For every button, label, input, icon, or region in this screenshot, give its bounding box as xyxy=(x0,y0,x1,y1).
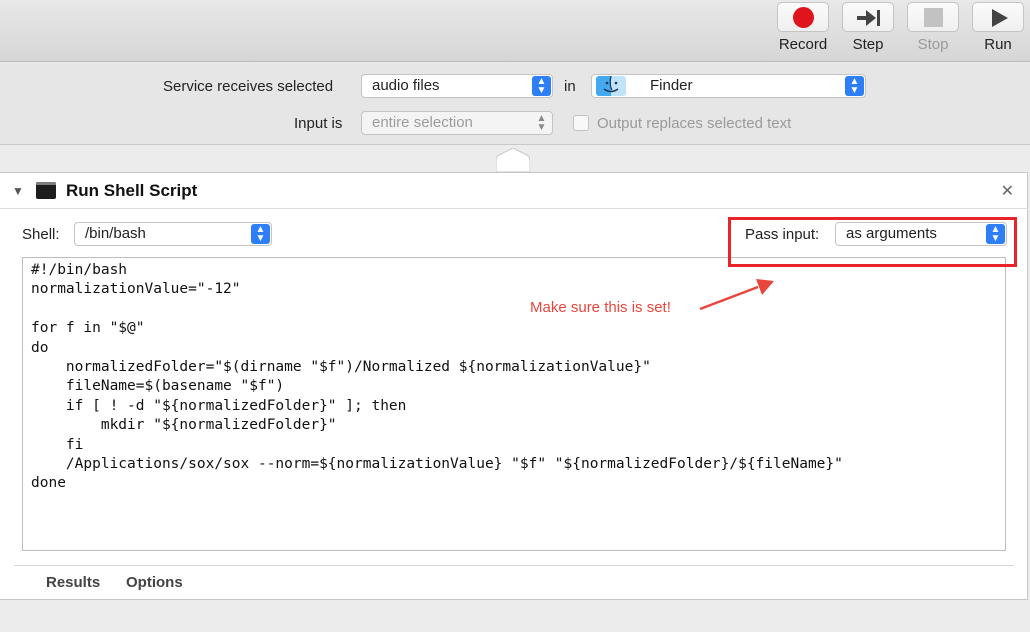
stop-icon xyxy=(924,8,943,27)
record-label: Record xyxy=(778,36,828,53)
stop-label: Stop xyxy=(917,36,949,53)
record-button[interactable]: Record xyxy=(776,2,830,53)
shell-label: Shell: xyxy=(22,226,60,243)
code-line: do xyxy=(31,339,49,356)
record-icon xyxy=(793,7,814,28)
code-line: mkdir "${normalizedFolder}" xyxy=(31,417,337,434)
action-header: ▼ Run Shell Script ✕ xyxy=(0,173,1028,209)
annotation-highlight-box xyxy=(728,217,1017,267)
stop-button[interactable]: Stop xyxy=(906,2,960,53)
popup-stepper-icon: ▲ ▼ xyxy=(536,113,547,133)
code-line: normalizedFolder="$(dirname "$f")/Normal… xyxy=(31,359,651,376)
annotation-arrow-icon xyxy=(699,279,774,311)
connector-notch-icon xyxy=(496,148,530,172)
shell-value: /bin/bash xyxy=(85,225,146,242)
toolbar: Record Step Stop Run xyxy=(0,0,1030,62)
popup-stepper-icon: ▲ ▼ xyxy=(532,76,551,96)
tab-results[interactable]: Results xyxy=(46,574,100,591)
disclosure-triangle-icon[interactable]: ▼ xyxy=(12,184,24,198)
action-footer-tabs: Results Options xyxy=(14,565,1014,599)
input-type-popup[interactable]: audio files ▲ ▼ xyxy=(361,74,553,98)
action-title: Run Shell Script xyxy=(66,181,198,200)
code-line: normalizationValue="-12" xyxy=(31,281,241,298)
input-scope-popup[interactable]: entire selection ▲ ▼ xyxy=(361,111,553,135)
run-label: Run xyxy=(984,36,1012,53)
application-value: Finder xyxy=(650,77,693,94)
code-line: fileName=$(basename "$f") xyxy=(31,378,285,395)
code-line: /Applications/sox/sox --norm=${normaliza… xyxy=(31,456,843,473)
code-line: for f in "$@" xyxy=(31,320,145,337)
finder-icon xyxy=(596,76,626,96)
output-replaces-label: Output replaces selected text xyxy=(597,115,792,132)
run-shell-script-action: ▼ Run Shell Script ✕ Shell: /bin/bash ▲ ▼… xyxy=(0,172,1028,600)
tab-options[interactable]: Options xyxy=(126,574,183,591)
script-editor[interactable]: #!/bin/bash normalizationValue="-12" for … xyxy=(22,257,1006,551)
step-button[interactable]: Step xyxy=(841,2,895,53)
popup-stepper-icon: ▲ ▼ xyxy=(845,76,864,96)
service-receives-label: Service receives selected xyxy=(163,78,334,95)
play-icon xyxy=(992,9,1008,27)
code-line: done xyxy=(31,475,66,492)
popup-stepper-icon: ▲ ▼ xyxy=(251,224,270,244)
input-is-label: Input is xyxy=(294,115,343,132)
application-popup[interactable]: Finder ▲ ▼ xyxy=(591,74,866,98)
in-label: in xyxy=(564,78,576,95)
input-type-value: audio files xyxy=(372,77,440,94)
step-icon xyxy=(857,10,880,26)
code-line: if [ ! -d "${normalizedFolder}" ]; then xyxy=(31,397,407,414)
output-replaces-checkbox[interactable] xyxy=(573,115,589,131)
close-icon[interactable]: ✕ xyxy=(1001,181,1014,201)
code-line: fi xyxy=(31,436,84,453)
service-header: Service receives selected audio files ▲ ▼… xyxy=(0,63,1030,145)
step-label: Step xyxy=(852,36,884,53)
shell-popup[interactable]: /bin/bash ▲ ▼ xyxy=(74,222,272,246)
annotation-text: Make sure this is set! xyxy=(530,299,671,316)
run-button[interactable]: Run xyxy=(971,2,1025,53)
terminal-icon xyxy=(36,182,56,199)
input-scope-value: entire selection xyxy=(372,114,473,131)
